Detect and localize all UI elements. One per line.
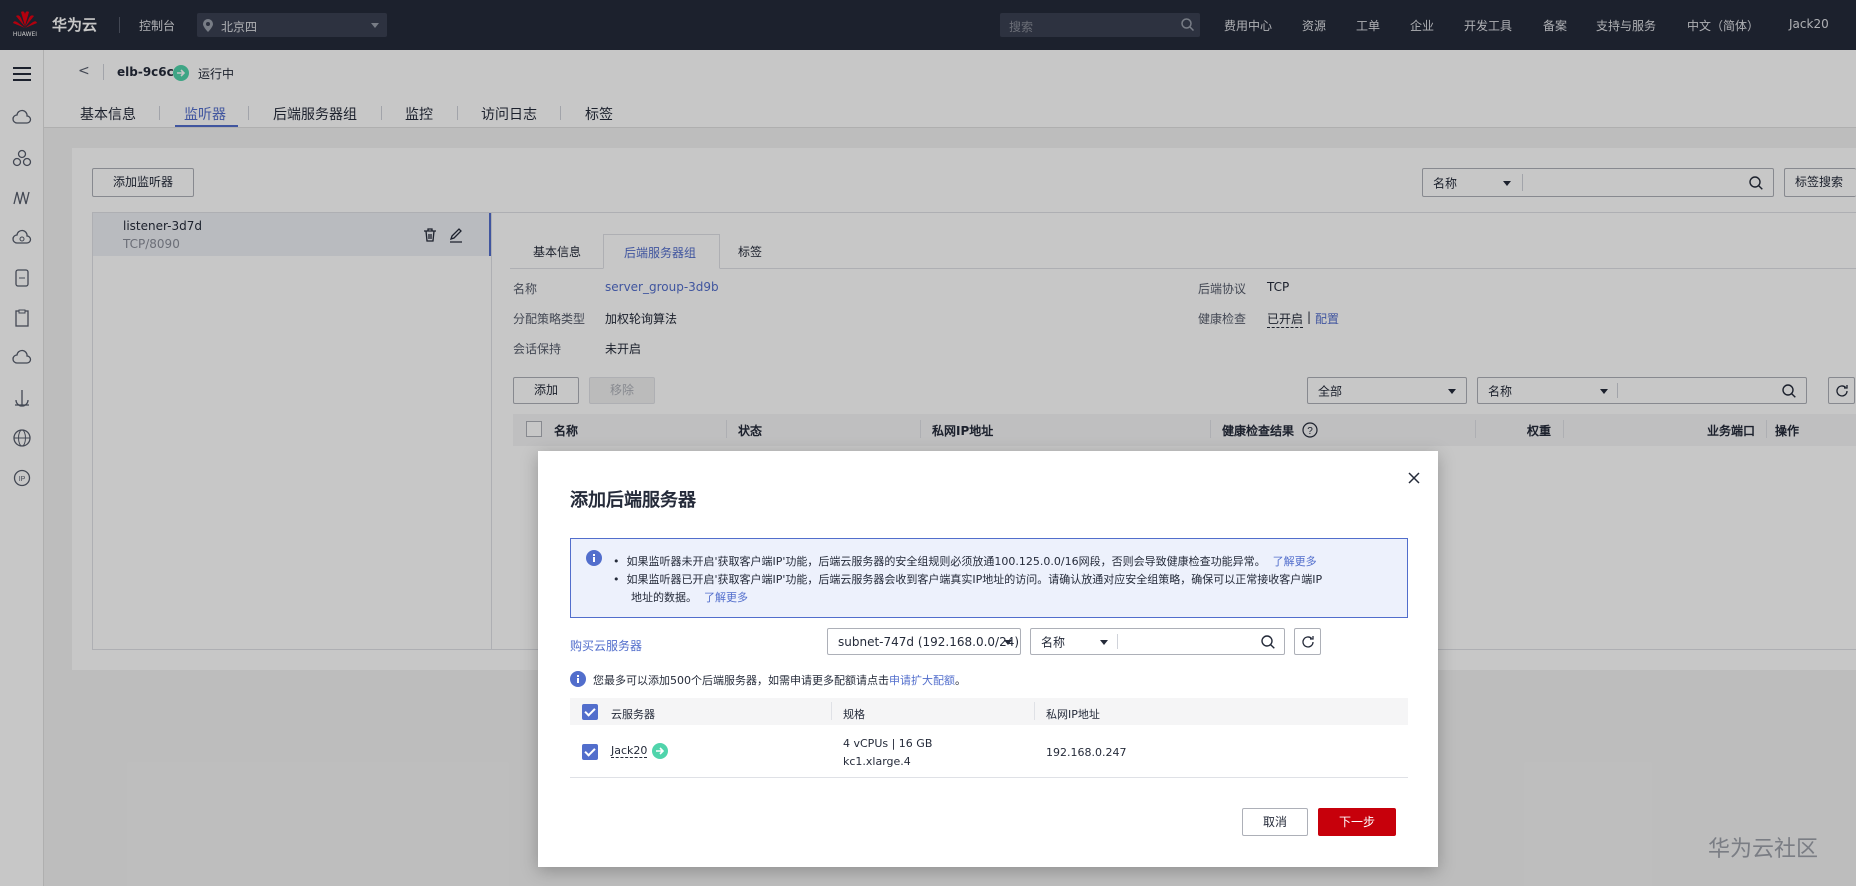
row-divider <box>570 777 1408 778</box>
chevron-down-icon <box>1100 640 1108 645</box>
col-private-ip: 私网IP地址 <box>1046 708 1100 721</box>
next-step-button[interactable]: 下一步 <box>1318 808 1396 836</box>
subnet-select[interactable]: subnet-747d (192.168.0.0/24) <box>827 628 1021 655</box>
close-icon[interactable] <box>1407 471 1421 485</box>
notice-bullet-2-cont: 地址的数据。 了解更多 <box>631 589 748 605</box>
notice-text-1: 如果监听器未开启'获取客户端IP'功能，后端云服务器的安全组规则必须放通100.… <box>626 555 1266 568</box>
quota-end: 。 <box>955 674 966 687</box>
request-quota-link[interactable]: 申请扩大配额 <box>889 674 955 687</box>
notice-bullet-1: • 如果监听器未开启'获取客户端IP'功能，后端云服务器的安全组规则必须放通10… <box>613 555 1317 568</box>
info-icon <box>586 550 602 566</box>
server-name[interactable]: Jack20 <box>611 744 648 758</box>
notice-box: • 如果监听器未开启'获取客户端IP'功能，后端云服务器的安全组规则必须放通10… <box>570 538 1408 618</box>
row-checkbox[interactable] <box>582 744 598 760</box>
subnet-value: subnet-747d (192.168.0.0/24) <box>838 634 1020 649</box>
divider <box>1117 634 1118 649</box>
col-cloud-server: 云服务器 <box>611 708 655 721</box>
dialog-title: 添加后端服务器 <box>570 490 696 511</box>
notice-text-2: 如果监听器已开启'获取客户端IP'功能，后端云服务器会收到客户端真实IP地址的访… <box>626 573 1323 586</box>
cancel-button[interactable]: 取消 <box>1242 808 1308 836</box>
learn-more-link[interactable]: 了解更多 <box>1273 555 1317 568</box>
notice-bullet-2: • 如果监听器已开启'获取客户端IP'功能，后端云服务器会收到客户端真实IP地址… <box>613 573 1323 586</box>
server-spec-line1: 4 vCPUs | 16 GB <box>843 737 933 750</box>
chevron-down-icon <box>1004 640 1012 645</box>
col-divider <box>831 702 832 720</box>
select-all-checkbox[interactable] <box>582 704 598 720</box>
server-table-header <box>570 698 1408 725</box>
watermark: 华为云社区 <box>1708 837 1819 862</box>
server-private-ip: 192.168.0.247 <box>1046 746 1127 759</box>
running-status-icon <box>652 743 668 759</box>
add-backend-server-dialog: 添加后端服务器 • 如果监听器未开启'获取客户端IP'功能，后端云服务器的安全组… <box>538 451 1438 867</box>
quota-text: 您最多可以添加500个后端服务器，如需申请更多配额请点击申请扩大配额。 <box>593 672 966 688</box>
buy-server-link[interactable]: 购买云服务器 <box>570 637 642 654</box>
server-spec-line2: kc1.xlarge.4 <box>843 755 911 768</box>
refresh-icon <box>1302 636 1314 648</box>
filter-value: 名称 <box>1041 635 1066 649</box>
server-search-input[interactable]: 名称 <box>1030 628 1285 655</box>
col-divider <box>1034 702 1035 720</box>
learn-more-link[interactable]: 了解更多 <box>704 591 748 604</box>
quota-message: 您最多可以添加500个后端服务器，如需申请更多配额请点击 <box>593 674 889 687</box>
notice-text-3: 地址的数据。 <box>631 591 697 604</box>
info-icon <box>570 671 586 687</box>
col-spec: 规格 <box>843 708 865 721</box>
refresh-button[interactable] <box>1294 628 1321 655</box>
search-icon[interactable] <box>1261 635 1275 649</box>
